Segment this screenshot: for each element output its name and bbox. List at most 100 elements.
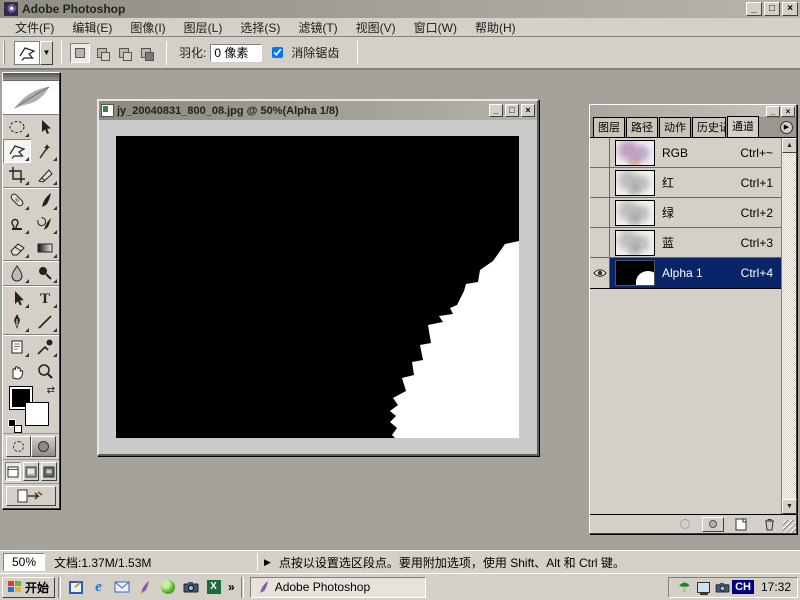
tab-paths[interactable]: 路径: [626, 117, 658, 137]
start-button[interactable]: 开始: [2, 577, 55, 598]
tool-type-button[interactable]: T: [31, 286, 59, 310]
internet-explorer-icon[interactable]: e: [89, 578, 108, 597]
add-selection-mode-button[interactable]: [92, 43, 112, 63]
tool-zoom-button[interactable]: [31, 359, 59, 383]
standard-screen-mode-button[interactable]: [5, 462, 21, 481]
menu-layer[interactable]: 图层(L): [175, 17, 232, 38]
default-colors-icon[interactable]: [8, 419, 20, 431]
tool-preset-dropdown-icon[interactable]: ▼: [40, 41, 53, 65]
tab-history[interactable]: 历史记: [692, 117, 726, 137]
document-close-button[interactable]: ×: [521, 104, 535, 117]
options-bar-grip[interactable]: [3, 41, 7, 65]
tool-clone-stamp-button[interactable]: [3, 212, 31, 236]
restore-button[interactable]: □: [764, 2, 780, 16]
tool-hand-button[interactable]: [3, 359, 31, 383]
visibility-toggle[interactable]: [590, 228, 610, 257]
feather-input[interactable]: [210, 44, 262, 62]
input-method-indicator[interactable]: CH: [732, 580, 754, 594]
background-color-swatch[interactable]: [25, 402, 49, 426]
image-canvas[interactable]: [116, 136, 519, 438]
channel-row-red[interactable]: 红 Ctrl+1: [590, 168, 781, 198]
outlook-express-icon[interactable]: [112, 578, 131, 597]
paintbrush-app-icon[interactable]: [135, 578, 154, 597]
antivirus-umbrella-icon[interactable]: ☂: [676, 579, 693, 595]
antialias-checkbox[interactable]: [272, 47, 283, 58]
palette-minimize-button[interactable]: _: [766, 106, 780, 117]
delete-channel-button[interactable]: [758, 517, 780, 532]
tool-pen-button[interactable]: [3, 310, 31, 334]
tool-move-button[interactable]: [31, 115, 59, 139]
new-selection-mode-button[interactable]: [70, 43, 90, 63]
photoshop-task-button[interactable]: Adobe Photoshop: [250, 577, 426, 598]
tool-brush-button[interactable]: [31, 188, 59, 212]
tool-crop-button[interactable]: [3, 163, 31, 187]
document-minimize-button[interactable]: _: [489, 104, 503, 117]
camera-app-icon[interactable]: [181, 578, 200, 597]
tool-preset-picker[interactable]: ▼: [14, 41, 53, 65]
tool-polygonal-lasso-button[interactable]: [3, 139, 31, 163]
menu-edit[interactable]: 编辑(E): [63, 17, 121, 38]
status-popup-icon[interactable]: ▶: [264, 557, 271, 568]
palette-close-button[interactable]: ×: [781, 106, 795, 117]
fullscreen-menu-mode-button[interactable]: [23, 462, 39, 481]
zoom-level-field[interactable]: 50%: [3, 553, 45, 571]
tray-camera-icon[interactable]: [714, 579, 731, 595]
tab-actions[interactable]: 动作: [659, 117, 691, 137]
tool-eraser-button[interactable]: [3, 236, 31, 260]
tool-line-button[interactable]: [31, 310, 59, 334]
tool-blur-button[interactable]: [3, 261, 31, 285]
palette-scrollbar[interactable]: ▲ ▼: [781, 138, 796, 514]
menu-filter[interactable]: 滤镜(T): [289, 17, 346, 38]
standard-mode-button[interactable]: [6, 436, 31, 457]
menu-help[interactable]: 帮助(H): [466, 17, 525, 38]
palette-resize-grip[interactable]: [783, 520, 796, 533]
tool-history-brush-button[interactable]: [31, 212, 59, 236]
toolbox-drag-strip[interactable]: [3, 73, 59, 81]
visibility-toggle[interactable]: [590, 138, 610, 167]
tool-healing-brush-button[interactable]: [3, 188, 31, 212]
channel-row-blue[interactable]: 蓝 Ctrl+3: [590, 228, 781, 258]
menu-select[interactable]: 选择(S): [231, 17, 289, 38]
visibility-toggle[interactable]: [590, 198, 610, 227]
save-selection-button[interactable]: [702, 517, 724, 532]
tool-magic-wand-button[interactable]: [31, 139, 59, 163]
network-computer-icon[interactable]: [695, 579, 712, 595]
menu-image[interactable]: 图像(I): [121, 17, 174, 38]
show-desktop-icon[interactable]: [66, 578, 85, 597]
channel-row-alpha1[interactable]: Alpha 1 Ctrl+4: [590, 258, 781, 288]
swap-colors-icon[interactable]: ⇄: [47, 385, 55, 396]
visibility-toggle[interactable]: [590, 258, 610, 288]
document-maximize-button[interactable]: □: [505, 104, 519, 117]
tool-eyedropper-button[interactable]: [31, 335, 59, 359]
channel-row-rgb[interactable]: RGB Ctrl+~: [590, 138, 781, 168]
jump-to-imageready-button[interactable]: [6, 486, 56, 506]
quick-launch-overflow-chevron[interactable]: »: [228, 580, 235, 594]
scroll-down-icon[interactable]: ▼: [782, 499, 797, 514]
close-button[interactable]: ×: [782, 2, 798, 16]
minimize-button[interactable]: _: [746, 2, 762, 16]
menu-file[interactable]: 文件(F): [6, 17, 63, 38]
polygonal-lasso-icon[interactable]: [14, 41, 40, 65]
fullscreen-mode-button[interactable]: [41, 462, 57, 481]
excel-icon[interactable]: X: [204, 578, 223, 597]
tool-notes-button[interactable]: [3, 335, 31, 359]
tab-layers[interactable]: 图层: [593, 117, 625, 137]
tool-dodge-button[interactable]: [31, 261, 59, 285]
new-channel-button[interactable]: [730, 517, 752, 532]
subtract-selection-mode-button[interactable]: [114, 43, 134, 63]
clock[interactable]: 17:32: [761, 580, 791, 594]
quick-mask-mode-button[interactable]: [31, 436, 56, 457]
channel-row-green[interactable]: 绿 Ctrl+2: [590, 198, 781, 228]
load-selection-button[interactable]: [674, 517, 696, 532]
tool-gradient-button[interactable]: [31, 236, 59, 260]
document-titlebar[interactable]: jy_20040831_800_08.jpg @ 50%(Alpha 1/8) …: [99, 101, 537, 120]
tool-elliptical-marquee-button[interactable]: [3, 115, 31, 139]
tab-channels[interactable]: 通道: [727, 116, 759, 137]
menu-window[interactable]: 窗口(W): [405, 17, 466, 38]
intersect-selection-mode-button[interactable]: [136, 43, 156, 63]
menu-view[interactable]: 视图(V): [347, 17, 405, 38]
scroll-up-icon[interactable]: ▲: [782, 138, 797, 153]
visibility-toggle[interactable]: [590, 168, 610, 197]
green-swirl-app-icon[interactable]: [158, 578, 177, 597]
tool-slice-button[interactable]: [31, 163, 59, 187]
